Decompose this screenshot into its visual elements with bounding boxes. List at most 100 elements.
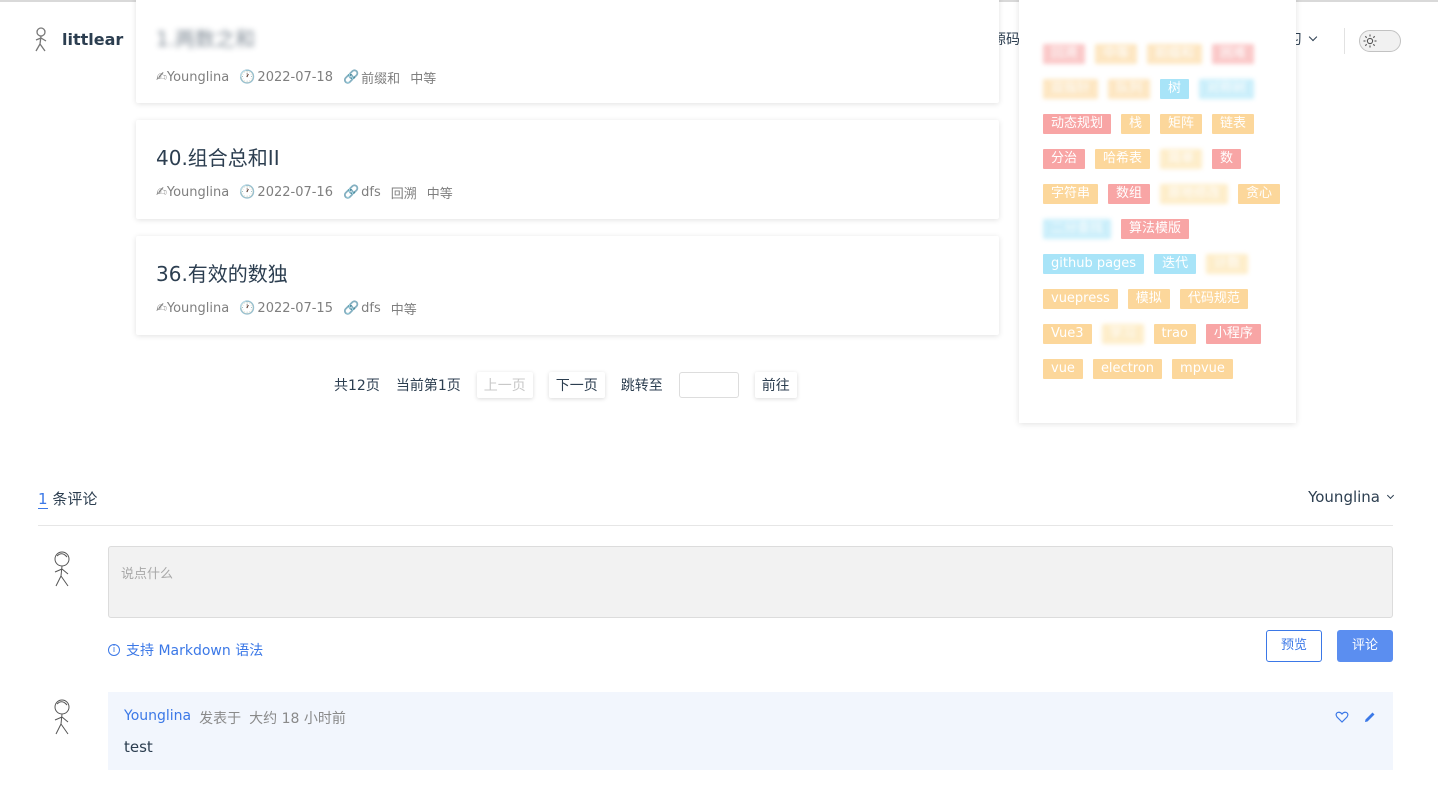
comment-count: 1 条评论	[38, 490, 98, 509]
article-date: 🕐 2022-07-16	[239, 185, 333, 200]
tag-chip[interactable]: 双指针	[1043, 79, 1099, 99]
chevron-down-icon	[1386, 491, 1395, 499]
tag-chip[interactable]: 动态规划	[1043, 114, 1112, 134]
article-tag[interactable]: 中等	[427, 183, 453, 202]
markdown-tip[interactable]: i 支持 Markdown 语法	[108, 640, 263, 660]
avatar	[54, 699, 70, 735]
tag-chip[interactable]: 学习	[1101, 324, 1144, 344]
tag-chip[interactable]: 小程序	[1205, 324, 1261, 344]
link-icon: 🔗	[342, 301, 360, 316]
jump-label: 跳转至	[620, 378, 663, 394]
tag-chip[interactable]: 链表	[1212, 114, 1255, 134]
tag-chip[interactable]: 数	[1212, 149, 1242, 169]
tag-chip[interactable]: 计数	[1206, 254, 1249, 274]
tag-chip[interactable]: 哈希表	[1095, 149, 1151, 169]
theme-toggle[interactable]	[1359, 30, 1401, 52]
tag-chip[interactable]: Vue3	[1043, 324, 1092, 344]
next-page-button[interactable]: 下一页	[548, 372, 605, 398]
comment-header: Younglina 发表于 大约 18 小时前	[124, 708, 346, 728]
article-meta: ✍Younglina 🕐 2022-07-16 🔗 dfs 回溯 中等	[156, 183, 453, 202]
clock-icon: 🕐	[239, 70, 256, 85]
tag-chip[interactable]: 困难	[1212, 44, 1255, 64]
article-tag[interactable]: 回溯	[391, 183, 417, 202]
sun-icon	[1363, 34, 1377, 48]
tag-chip[interactable]: 代码规范	[1179, 289, 1248, 309]
tag-chip[interactable]: 模拟	[1127, 289, 1170, 309]
page-jump-input[interactable]	[678, 372, 739, 398]
page-total: 共12页	[334, 378, 380, 394]
article-tag[interactable]: 中等	[391, 299, 417, 318]
article-title[interactable]: 40.组合总和II	[156, 142, 280, 171]
comment-posted-label: 发表于	[199, 711, 242, 727]
article-author: ✍Younglina	[156, 185, 230, 200]
tag-chip[interactable]: vue	[1043, 359, 1083, 379]
site-logo[interactable]: littlear	[32, 26, 123, 52]
heart-icon[interactable]	[1335, 710, 1349, 724]
info-icon: i	[108, 644, 120, 656]
comment-author[interactable]: Younglina	[124, 708, 191, 728]
link-icon: 🔗	[342, 70, 360, 85]
article-meta: ✍Younglina 🕐 2022-07-18 🔗 前缀和 中等	[156, 68, 436, 87]
edit-icon[interactable]	[1363, 710, 1377, 724]
logo-icon	[35, 27, 47, 52]
article-date: 🕐 2022-07-18	[239, 70, 333, 85]
comment-item: Younglina 发表于 大约 18 小时前 test	[108, 692, 1393, 770]
article-tag[interactable]: 中等	[410, 68, 436, 87]
link-icon: 🔗	[342, 185, 360, 200]
tag-chip[interactable]: github pages	[1043, 254, 1145, 274]
tag-chip[interactable]: 算法模版	[1121, 219, 1190, 239]
article-tag[interactable]: 🔗 dfs	[343, 185, 381, 200]
article-author: ✍Younglina	[156, 301, 230, 316]
comment-body: test	[124, 738, 153, 756]
tag-chip[interactable]: 前缀和	[1147, 44, 1203, 64]
comment-actions	[1335, 710, 1377, 724]
clock-icon: 🕐	[239, 301, 256, 316]
article-tag[interactable]: 🔗 dfs	[343, 301, 381, 316]
tag-chip[interactable]: 队列	[1108, 79, 1151, 99]
article-author: ✍Younglina	[156, 70, 230, 85]
tag-chip[interactable]: mpvue	[1172, 359, 1233, 379]
article-meta: ✍Younglina 🕐 2022-07-15 🔗 dfs 中等	[156, 299, 417, 318]
nav-divider	[1344, 28, 1345, 54]
pagination: 共12页 当前第1页 上一页 下一页 跳转至 前往	[334, 372, 813, 398]
article-date: 🕐 2022-07-15	[239, 301, 333, 316]
article-card[interactable]: 40.组合总和II ✍Younglina 🕐 2022-07-16 🔗 dfs 回溯…	[136, 120, 999, 219]
tag-chip[interactable]: vuepress	[1043, 289, 1118, 309]
chevron-down-icon	[1308, 32, 1318, 42]
tag-chip[interactable]: 分治	[1043, 149, 1086, 169]
page-current: 当前第1页	[395, 378, 461, 394]
avatar	[54, 551, 70, 587]
article-title[interactable]: 36.有效的数独	[156, 258, 288, 287]
tag-chip[interactable]: 数组	[1108, 184, 1151, 204]
tag-chip[interactable]: 二分查找	[1043, 219, 1112, 239]
article-title[interactable]: 1.两数之和	[156, 23, 255, 52]
tag-chip[interactable]: 中等	[1095, 44, 1138, 64]
article-card[interactable]: 36.有效的数独 ✍Younglina 🕐 2022-07-15 🔗 dfs 中等	[136, 236, 999, 335]
comment-editor[interactable]: 说点什么	[108, 546, 1393, 618]
tag-chip[interactable]: electron	[1092, 359, 1163, 379]
tag-chip[interactable]: 原地修改	[1160, 184, 1229, 204]
tag-chip[interactable]: 栈	[1121, 114, 1151, 134]
prev-page-button[interactable]: 上一页	[476, 372, 533, 398]
tag-cloud-panel: 回溯 中等 前缀和 困难双指针 队列树对称树动态规划栈矩阵 链表分治 哈希表 简单数字符串 数组…	[1019, 0, 1296, 423]
tag-chip[interactable]: 矩阵	[1160, 114, 1203, 134]
submit-comment-button[interactable]: 评论	[1337, 630, 1393, 662]
tag-chip[interactable]: 贪心	[1238, 184, 1281, 204]
tag-chip[interactable]: trao	[1153, 324, 1196, 344]
tag-chip[interactable]: 简单	[1160, 149, 1203, 169]
comment-time: 大约 18 小时前	[249, 711, 346, 727]
site-name: littlear	[62, 29, 124, 49]
article-tags: 🔗 前缀和	[342, 70, 401, 87]
tag-list: 回溯 中等 前缀和 困难双指针 队列树对称树动态规划栈矩阵 链表分治 哈希表 简单数字符串 数组…	[1043, 44, 1283, 379]
clock-icon: 🕐	[239, 185, 256, 200]
divider	[38, 525, 1393, 526]
preview-button[interactable]: 预览	[1266, 630, 1322, 662]
user-menu[interactable]: Younglina	[1308, 488, 1395, 506]
tag-chip[interactable]: 树	[1160, 79, 1190, 99]
tag-chip[interactable]: 对称树	[1199, 79, 1255, 99]
article-card[interactable]: 1.两数之和 ✍Younglina 🕐 2022-07-18 🔗 前缀和 中等	[136, 0, 999, 103]
tag-chip[interactable]: 回溯	[1043, 44, 1086, 64]
tag-chip[interactable]: 字符串	[1043, 184, 1099, 204]
go-page-button[interactable]: 前往	[754, 372, 797, 398]
tag-chip[interactable]: 迭代	[1154, 254, 1197, 274]
